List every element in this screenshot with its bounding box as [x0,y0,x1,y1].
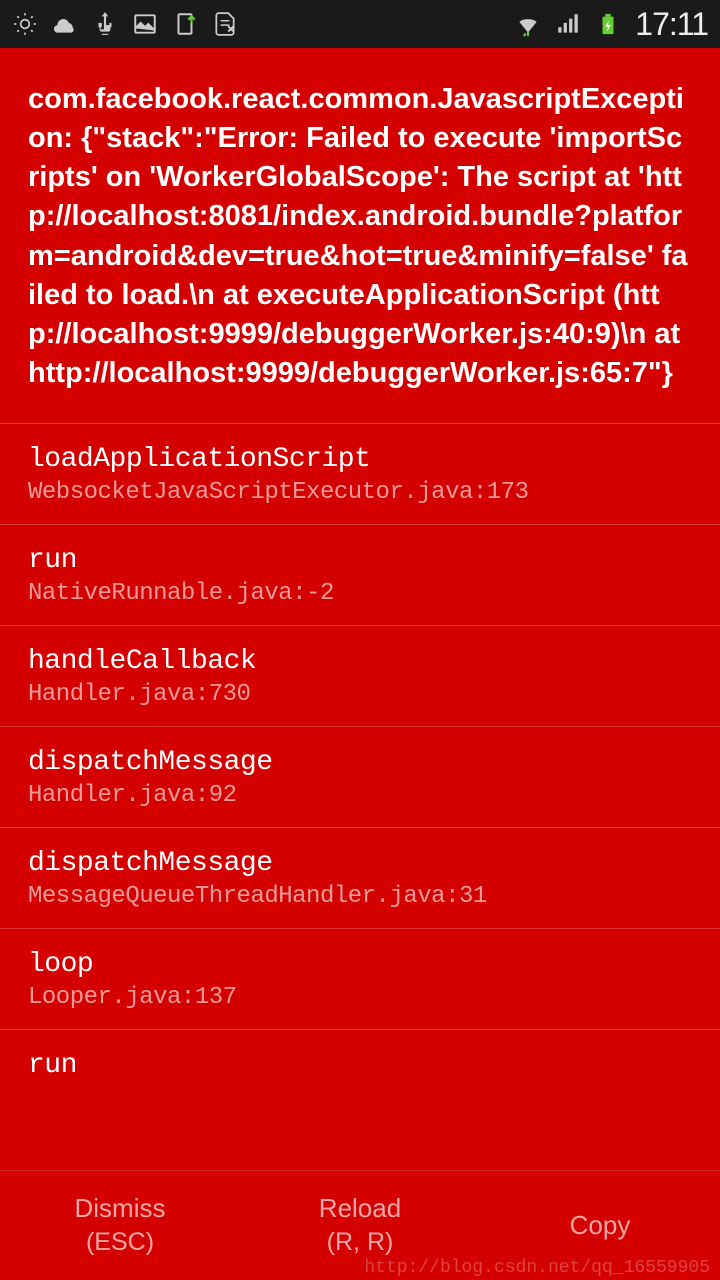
stack-frame[interactable]: loop Looper.java:137 [0,928,720,1029]
stack-method: run [28,1050,692,1081]
stack-frame[interactable]: run NativeRunnable.java:-2 [0,524,720,625]
bottom-bar: Dismiss (ESC) Reload (R, R) Copy [0,1170,720,1280]
dismiss-label: Dismiss [75,1192,166,1226]
dismiss-button[interactable]: Dismiss (ESC) [0,1171,240,1280]
stack-frame[interactable]: loadApplicationScript WebsocketJavaScript… [0,423,720,524]
reload-label: Reload [319,1192,401,1226]
stack-method: run [28,545,692,576]
stack-file: Handler.java:730 [28,681,692,708]
status-time: 17:11 [635,6,708,43]
battery-icon [595,11,621,37]
stack-frame[interactable]: dispatchMessage MessageQueueThreadHandler… [0,827,720,928]
brightness-icon [12,11,38,37]
stack-trace-list: loadApplicationScript WebsocketJavaScript… [0,423,720,1103]
stack-frame[interactable]: handleCallback Handler.java:730 [0,625,720,726]
status-right: 17:11 [515,6,708,43]
stack-file: Handler.java:92 [28,782,692,809]
copy-label: Copy [570,1209,631,1243]
error-message: com.facebook.react.common.JavascriptExce… [0,48,720,423]
doc-icon [212,11,238,37]
reload-sub: (R, R) [327,1226,394,1259]
stack-file: WebsocketJavaScriptExecutor.java:173 [28,479,692,506]
error-container: com.facebook.react.common.JavascriptExce… [0,48,720,1170]
stack-frame[interactable]: dispatchMessage Handler.java:92 [0,726,720,827]
status-bar: 17:11 [0,0,720,48]
image-icon [132,11,158,37]
usb-icon [92,11,118,37]
copy-button[interactable]: Copy [480,1171,720,1280]
wifi-icon [515,11,541,37]
dismiss-sub: (ESC) [86,1226,154,1259]
stack-method: handleCallback [28,646,692,677]
stack-method: loop [28,949,692,980]
cloud-icon [52,11,78,37]
stack-file: MessageQueueThreadHandler.java:31 [28,883,692,910]
stack-file: Looper.java:137 [28,984,692,1011]
stack-file: NativeRunnable.java:-2 [28,580,692,607]
stack-method: dispatchMessage [28,747,692,778]
signal-icon [555,11,581,37]
stack-method: loadApplicationScript [28,444,692,475]
status-left [12,11,238,37]
stack-frame[interactable]: run [0,1029,720,1103]
stack-method: dispatchMessage [28,848,692,879]
sync-icon [172,11,198,37]
reload-button[interactable]: Reload (R, R) [240,1171,480,1280]
